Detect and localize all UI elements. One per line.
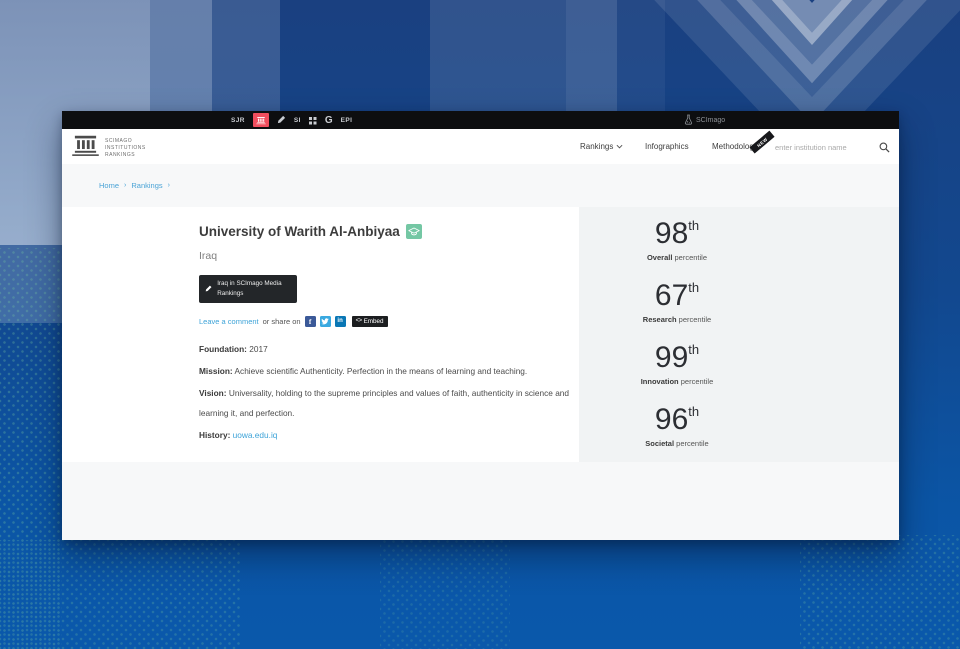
mission-field: Mission: Achieve scientific Authenticity… bbox=[199, 361, 597, 381]
percentile-label: Research percentile bbox=[577, 315, 777, 324]
nav-infographics-label: Infographics bbox=[645, 142, 689, 151]
site-header: SCIMAGO INSTITUTIONS RANKINGS Rankings I… bbox=[62, 129, 899, 164]
pen-icon[interactable] bbox=[277, 115, 286, 126]
pen-icon bbox=[205, 284, 212, 293]
scimago-product-bar: SJR bbox=[62, 111, 899, 129]
percentile-label: Overall percentile bbox=[577, 253, 777, 262]
search-icon[interactable] bbox=[879, 140, 890, 158]
linkedin-icon[interactable]: in bbox=[335, 316, 346, 327]
chevron-down-icon bbox=[616, 144, 623, 149]
media-rankings-button[interactable]: Iraq in SCImago Media Rankings bbox=[199, 275, 297, 303]
vision-label: Vision: bbox=[199, 388, 227, 398]
mission-value: Achieve scientific Authenticity. Perfect… bbox=[235, 366, 528, 376]
breadcrumb-separator: › bbox=[124, 182, 126, 189]
scimago-brand-label: SCImago bbox=[696, 117, 725, 124]
twitter-icon[interactable] bbox=[320, 316, 331, 327]
institution-fields: Foundation: 2017 Mission: Achieve scient… bbox=[199, 339, 597, 445]
graduation-cap-icon bbox=[408, 227, 420, 237]
scimago-lab-icon bbox=[684, 114, 693, 127]
percentile-societal: 96th Societal percentile bbox=[577, 403, 777, 448]
breadcrumb-rankings[interactable]: Rankings bbox=[131, 181, 162, 190]
percentile-research: 67th Research percentile bbox=[577, 279, 777, 324]
footer-strip bbox=[62, 462, 899, 540]
dot-pattern bbox=[380, 528, 510, 649]
percentile-value: 96th bbox=[577, 403, 777, 437]
code-icon: <> bbox=[356, 318, 362, 324]
breadcrumb-home[interactable]: Home bbox=[99, 181, 119, 190]
breadcrumb-separator: › bbox=[168, 182, 170, 189]
grid-icon[interactable] bbox=[309, 116, 317, 125]
foundation-label: Foundation: bbox=[199, 344, 247, 354]
columns-icon bbox=[71, 134, 100, 162]
si-link[interactable]: SI bbox=[294, 117, 301, 124]
background-band bbox=[430, 0, 566, 111]
sjr-link[interactable]: SJR bbox=[231, 117, 245, 124]
percentile-overall: 98th Overall percentile bbox=[577, 217, 777, 262]
desktop-background: SJR bbox=[0, 0, 960, 649]
scimago-page: SJR bbox=[62, 111, 899, 540]
vision-field: Vision: Universality, holding to the sup… bbox=[199, 383, 597, 423]
logo-wordmark: SCIMAGO INSTITUTIONS RANKINGS bbox=[105, 138, 146, 158]
media-rankings-label: Iraq in SCImago Media Rankings bbox=[217, 279, 291, 299]
institution-name: University of Warith Al-Anbiyaa bbox=[199, 224, 400, 239]
background-band bbox=[566, 0, 617, 111]
share-text: or share on bbox=[263, 317, 301, 326]
facebook-icon[interactable]: f bbox=[305, 316, 316, 327]
share-row: Leave a comment or share on f in <> Embe… bbox=[199, 316, 597, 327]
percentile-column: 98th Overall percentile 67th Research pe… bbox=[577, 207, 777, 448]
country-label: Iraq bbox=[199, 250, 597, 262]
product-links: SJR bbox=[231, 111, 352, 129]
percentile-value: 99th bbox=[577, 341, 777, 375]
history-field: History: uowa.edu.iq bbox=[199, 425, 597, 445]
embed-button[interactable]: <> Embed bbox=[352, 316, 388, 327]
nav-rankings[interactable]: Rankings bbox=[580, 142, 623, 151]
history-link[interactable]: uowa.edu.iq bbox=[233, 430, 278, 440]
g-link[interactable]: G bbox=[325, 115, 333, 126]
nav-infographics[interactable]: Infographics bbox=[645, 142, 689, 151]
epi-link[interactable]: EPI bbox=[341, 117, 353, 124]
breadcrumb: Home › Rankings › bbox=[62, 164, 899, 207]
foundation-value: 2017 bbox=[249, 344, 267, 354]
percentile-label: Innovation percentile bbox=[577, 377, 777, 386]
dot-pattern bbox=[800, 535, 960, 649]
dot-pattern bbox=[0, 540, 240, 649]
sir-columns-icon[interactable] bbox=[253, 113, 269, 127]
nav-rankings-label: Rankings bbox=[580, 142, 613, 151]
sir-logo[interactable]: SCIMAGO INSTITUTIONS RANKINGS bbox=[71, 134, 146, 162]
vision-value: Universality, holding to the supreme pri… bbox=[199, 388, 569, 418]
higher-education-badge bbox=[406, 224, 422, 239]
percentile-innovation: 99th Innovation percentile bbox=[577, 341, 777, 386]
percentile-value: 98th bbox=[577, 217, 777, 251]
foundation-field: Foundation: 2017 bbox=[199, 339, 597, 359]
percentile-label: Societal percentile bbox=[577, 439, 777, 448]
percentile-value: 67th bbox=[577, 279, 777, 313]
scimago-brand[interactable]: SCImago bbox=[684, 111, 725, 129]
leave-comment-link[interactable]: Leave a comment bbox=[199, 317, 259, 326]
search-input[interactable] bbox=[773, 138, 875, 156]
history-label: History: bbox=[199, 430, 230, 440]
institution-content: University of Warith Al-Anbiyaa Iraq Ira… bbox=[199, 207, 597, 445]
mission-label: Mission: bbox=[199, 366, 233, 376]
page-title: University of Warith Al-Anbiyaa bbox=[199, 224, 597, 239]
embed-label: Embed bbox=[364, 318, 384, 325]
